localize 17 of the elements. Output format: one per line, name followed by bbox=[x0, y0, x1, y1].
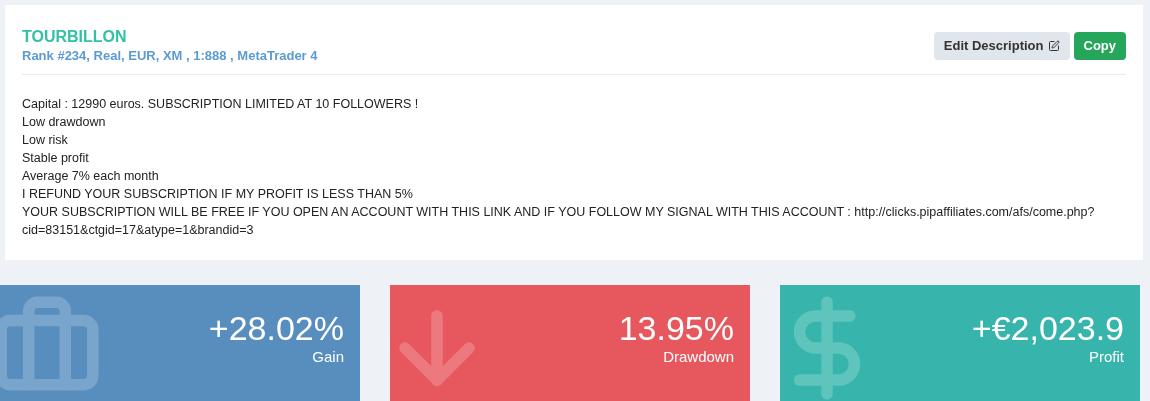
stat-label: Profit bbox=[1089, 347, 1124, 367]
stat-label: Gain bbox=[312, 347, 344, 367]
description-line: Average 7% each month bbox=[22, 168, 160, 185]
description-line: Low risk bbox=[22, 132, 69, 149]
description-line: YOUR SUBSCRIPTION WILL BE FREE IF YOU OPEN AN ACCOUNT WITH THIS LINK AND IF YOU FOLLOW MY SIGNAL WITH THIS ACCOUNT : http://clicks.pipaffiliates.com/afs/come.php?cid=83151&ctgid=17&atype=1&brandid=3 bbox=[22, 204, 1096, 239]
account-title: TOURBILLON bbox=[22, 27, 128, 47]
description-line: Stable profit bbox=[22, 150, 90, 167]
stat-value: +28.02% bbox=[208, 309, 344, 347]
description-line: Capital : 12990 euros. SUBSCRIPTION LIMITED AT 10 FOLLOWERS ! bbox=[22, 96, 420, 113]
stat-value: 13.95% bbox=[618, 309, 734, 347]
description-line: Low drawdown bbox=[22, 114, 107, 131]
edit-description-button[interactable]: Edit Description bbox=[933, 32, 1070, 60]
stat-label: Drawdown bbox=[663, 347, 734, 367]
account-subtitle: Rank #234, Real, EUR, XM , 1:888 , MetaTrader 4 bbox=[22, 47, 318, 65]
stat-value: +€2,023.9 bbox=[971, 309, 1124, 347]
edit-icon bbox=[1047, 40, 1060, 52]
description-line: I REFUND YOUR SUBSCRIPTION IF MY PROFIT IS LESS THAN 5% bbox=[22, 186, 414, 203]
